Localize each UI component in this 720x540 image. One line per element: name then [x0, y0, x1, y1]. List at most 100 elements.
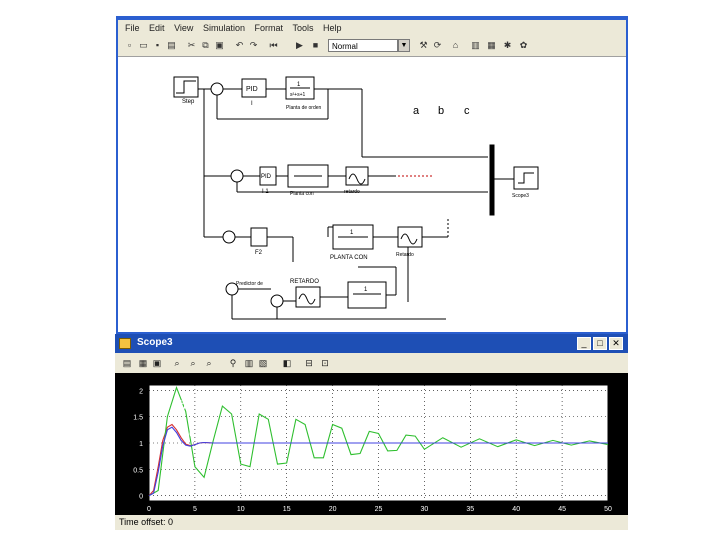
- x-tick-label: 40: [512, 506, 520, 513]
- parameters-icon[interactable]: ▦: [137, 357, 149, 369]
- print-icon[interactable]: ▤: [121, 357, 133, 369]
- signal-selection-icon[interactable]: ⊡: [319, 357, 331, 369]
- copy-icon[interactable]: ⧉: [200, 40, 211, 51]
- scope-block[interactable]: Scope3: [512, 166, 539, 199]
- toggle-browser-icon[interactable]: ▦: [486, 40, 497, 51]
- menu-view[interactable]: View: [174, 20, 193, 36]
- debug-icon[interactable]: ✱: [502, 40, 513, 51]
- y-tick-label: 0: [139, 494, 143, 501]
- delay-block-2[interactable]: Retardo: [396, 226, 423, 258]
- delay-block-1[interactable]: retardo: [344, 166, 369, 195]
- y-tick-label: 2: [139, 388, 143, 395]
- update-diagram-icon[interactable]: ⟳: [432, 40, 443, 51]
- close-icon[interactable]: ✕: [609, 337, 623, 350]
- x-tick-label: 0: [147, 506, 151, 513]
- minimize-icon[interactable]: _: [577, 337, 591, 350]
- x-tick-label: 50: [604, 506, 612, 513]
- step-block[interactable]: Step: [173, 76, 199, 105]
- pid-label-2: PID: [261, 174, 272, 180]
- annotation-c: c: [189, 426, 196, 440]
- scope-window: Scope3 _ □ ✕ ▤ ▦ ▣ ⌕ ⌕ ⌕ ⚲ ▥ ▧ ◧ ⊟ ⊡ 0 5 1…: [115, 334, 628, 530]
- simulation-mode-select[interactable]: Normal: [328, 39, 398, 52]
- floating-scope-icon[interactable]: ◧: [281, 357, 293, 369]
- y-tick-label: 1: [139, 441, 143, 448]
- menu-tools[interactable]: Tools: [293, 20, 314, 36]
- cut-icon[interactable]: ✂: [186, 40, 197, 51]
- annotation-b: b: [179, 398, 186, 412]
- sum-block-3[interactable]: [222, 230, 236, 244]
- mux-block[interactable]: [489, 144, 495, 216]
- scope-chart: 0 5 10 15 20 25 30 35 40 45 50 2 1.5 1 0.5 0 a b c: [115, 373, 628, 515]
- retardo-label: RETARDO: [290, 279, 319, 285]
- scope-titlebar: Scope3 _ □ ✕: [115, 334, 628, 353]
- pid-block-2[interactable]: PID I 1: [259, 166, 277, 195]
- delay-2-label: Retardo: [396, 252, 414, 258]
- sum-block-1[interactable]: [210, 82, 224, 96]
- y-tick-label: 1.5: [133, 415, 143, 422]
- build-icon[interactable]: ⚒: [418, 40, 429, 51]
- restore-axes-icon[interactable]: ▧: [257, 357, 269, 369]
- plant-block-3[interactable]: 1 PLANTA CON: [330, 224, 374, 261]
- print-icon[interactable]: ▤: [166, 40, 177, 51]
- block-diagram: Step PID I 1 s²+s+1 Planta de orden a b …: [173, 76, 539, 320]
- stop-simulation-icon[interactable]: ■: [310, 40, 321, 51]
- pid-block-3[interactable]: F2: [250, 227, 268, 256]
- plant-block-4[interactable]: 1: [347, 281, 387, 309]
- pid-sub-label-3: F2: [255, 250, 263, 256]
- plant-block-1[interactable]: 1 s²+s+1 Planta de orden: [285, 76, 322, 111]
- model-browser-icon[interactable]: ⌂: [450, 40, 461, 51]
- autoscale-icon[interactable]: ⚲: [227, 357, 239, 369]
- sum-block-2[interactable]: [230, 169, 244, 183]
- menu-format[interactable]: Format: [254, 20, 283, 36]
- x-tick-label: 45: [558, 506, 566, 513]
- scope-window-title: Scope3: [137, 337, 173, 348]
- menu-edit[interactable]: Edit: [149, 20, 165, 36]
- model-canvas[interactable]: Step PID I 1 s²+s+1 Planta de orden a b …: [118, 57, 626, 332]
- simulink-toolbar: ▫ ▭ ▪ ▤ ✂ ⧉ ▣ ↶ ↷ ⏮ ▶ ■ Normal ▼ ⚒ ⟳ ⌂ ▥…: [118, 36, 626, 57]
- simulink-menubar: File Edit View Simulation Format Tools H…: [118, 20, 626, 36]
- library-browser-icon[interactable]: ▥: [470, 40, 481, 51]
- pid-sub-label-1: I: [251, 101, 253, 107]
- menu-file[interactable]: File: [125, 20, 140, 36]
- menu-help[interactable]: Help: [323, 20, 342, 36]
- step-back-icon[interactable]: ⏮: [268, 40, 279, 51]
- smith-predictor-label: Predictor de: [236, 281, 263, 287]
- menu-simulation[interactable]: Simulation: [203, 20, 245, 36]
- zoom-x-icon[interactable]: ⌕: [187, 357, 199, 369]
- plant-1-label: Planta de orden: [286, 105, 322, 111]
- step-label: Step: [182, 99, 195, 105]
- start-simulation-icon[interactable]: ▶: [294, 40, 305, 51]
- undo-icon[interactable]: ↶: [234, 40, 245, 51]
- scope-toolbar: ▤ ▦ ▣ ⌕ ⌕ ⌕ ⚲ ▥ ▧ ◧ ⊟ ⊡: [115, 353, 628, 373]
- curve-tag-a: a: [413, 105, 420, 117]
- retardo-block[interactable]: RETARDO: [290, 279, 321, 308]
- plant-3-label: PLANTA CON: [330, 255, 368, 261]
- open-icon[interactable]: ▭: [138, 40, 149, 51]
- chevron-down-icon[interactable]: ▼: [398, 39, 410, 52]
- maximize-icon[interactable]: □: [593, 337, 607, 350]
- scope-label: Scope3: [512, 193, 529, 199]
- x-tick-label: 25: [375, 506, 383, 513]
- sum-block-5[interactable]: [270, 294, 284, 308]
- x-tick-label: 30: [421, 506, 429, 513]
- simulink-window: File Edit View Simulation Format Tools H…: [116, 16, 628, 334]
- scope-plot-area[interactable]: 0 5 10 15 20 25 30 35 40 45 50 2 1.5 1 0.5 0 a b c: [115, 373, 628, 515]
- x-tick-label: 10: [237, 506, 245, 513]
- zoom-icon[interactable]: ⌕: [171, 357, 183, 369]
- settings-icon[interactable]: ✿: [518, 40, 529, 51]
- pid-label-1: PID: [246, 86, 258, 93]
- y-tick-label: 0.5: [133, 467, 143, 474]
- new-model-icon[interactable]: ▫: [124, 40, 135, 51]
- lock-axes-icon[interactable]: ⊟: [303, 357, 315, 369]
- save-axes-icon[interactable]: ▥: [243, 357, 255, 369]
- redo-icon[interactable]: ↷: [248, 40, 259, 51]
- pid-block-1[interactable]: PID I: [241, 78, 267, 107]
- paste-icon[interactable]: ▣: [214, 40, 225, 51]
- curve-tag-b: b: [438, 105, 444, 117]
- save-icon[interactable]: ▣: [151, 357, 163, 369]
- zoom-y-icon[interactable]: ⌕: [203, 357, 215, 369]
- save-icon[interactable]: ▪: [152, 40, 163, 51]
- scope-status-bar: Time offset: 0: [115, 515, 628, 530]
- x-tick-label: 20: [329, 506, 337, 513]
- x-tick-label: 35: [466, 506, 474, 513]
